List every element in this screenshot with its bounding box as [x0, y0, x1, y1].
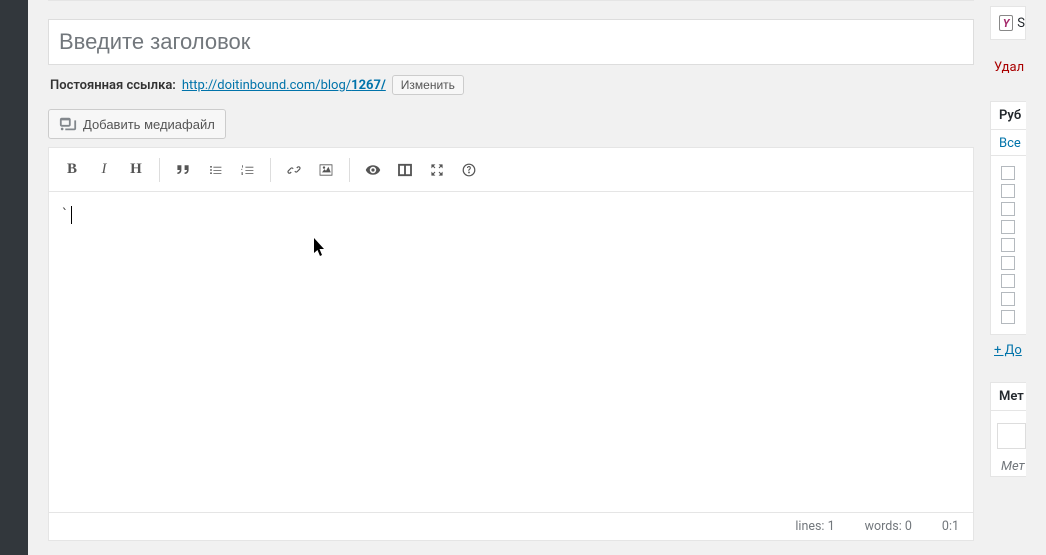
yoast-text: S: [1017, 16, 1025, 31]
category-checkbox[interactable]: [1001, 256, 1015, 270]
yoast-icon: Y: [999, 15, 1013, 31]
help-button[interactable]: [454, 155, 484, 185]
edit-slug-button[interactable]: Изменить: [392, 75, 464, 95]
categories-heading[interactable]: Руб: [990, 101, 1026, 130]
post-title-input[interactable]: [48, 19, 974, 65]
category-checkbox[interactable]: [1001, 310, 1015, 324]
editor-textarea[interactable]: `: [49, 192, 973, 512]
permalink-url-prefix: http://doitinbound.com/blog/: [182, 78, 351, 93]
editor-container: B I H: [48, 147, 974, 541]
quote-icon: [175, 162, 191, 178]
lines-counter: lines: 1: [795, 519, 834, 534]
category-checkbox[interactable]: [1001, 202, 1015, 216]
image-icon: [318, 162, 334, 178]
sidebar-column: Y S Удал Руб Все + До Мет: [990, 0, 1026, 541]
category-checkbox[interactable]: [1001, 292, 1015, 306]
admin-sidebar: [0, 0, 28, 555]
toolbar-separator: [159, 158, 160, 182]
ol-button[interactable]: [232, 155, 262, 185]
media-icon: [59, 115, 77, 133]
ul-button[interactable]: [200, 155, 230, 185]
eye-icon: [365, 162, 381, 178]
category-checkbox[interactable]: [1001, 184, 1015, 198]
italic-button[interactable]: I: [89, 155, 119, 185]
category-checkbox[interactable]: [1001, 166, 1015, 180]
editor-content-text: `: [61, 208, 69, 223]
main-content: Постоянная ссылка: http://doitinbound.co…: [28, 0, 1046, 555]
link-icon: [286, 162, 302, 178]
toolbar-separator: [270, 158, 271, 182]
fullscreen-icon: [429, 162, 445, 178]
categories-list: [990, 156, 1026, 335]
toolbar-separator: [349, 158, 350, 182]
add-media-label: Добавить медиафайл: [83, 117, 215, 132]
side-by-side-button[interactable]: [390, 155, 420, 185]
tags-heading[interactable]: Мет: [990, 382, 1026, 411]
editor-toolbar: B I H: [49, 148, 973, 192]
top-divider: [48, 0, 974, 1]
preview-button[interactable]: [358, 155, 388, 185]
permalink-url-slug: 1267/: [351, 78, 386, 93]
move-to-trash-link[interactable]: Удал: [990, 52, 1026, 83]
fullscreen-button[interactable]: [422, 155, 452, 185]
editor-status-bar: lines: 1 words: 0 0:1: [49, 512, 973, 540]
category-checkbox[interactable]: [1001, 238, 1015, 252]
categories-tab-all[interactable]: Все: [990, 130, 1026, 156]
bold-button[interactable]: B: [57, 155, 87, 185]
image-button[interactable]: [311, 155, 341, 185]
permalink-label: Постоянная ссылка:: [50, 78, 176, 93]
category-checkbox[interactable]: [1001, 274, 1015, 288]
heading-button[interactable]: H: [121, 155, 151, 185]
link-button[interactable]: [279, 155, 309, 185]
yoast-panel[interactable]: Y S: [990, 6, 1026, 40]
permalink-link[interactable]: http://doitinbound.com/blog/1267/: [182, 78, 386, 93]
add-media-button[interactable]: Добавить медиафайл: [48, 109, 226, 139]
permalink-row: Постоянная ссылка: http://doitinbound.co…: [50, 75, 974, 95]
ul-icon: [207, 162, 223, 178]
category-checkbox[interactable]: [1001, 220, 1015, 234]
add-new-category-link[interactable]: + До: [990, 335, 1026, 364]
quote-button[interactable]: [168, 155, 198, 185]
tags-input[interactable]: [997, 423, 1026, 449]
cursor-position: 0:1: [942, 519, 959, 534]
words-counter: words: 0: [865, 519, 912, 534]
ol-icon: [239, 162, 255, 178]
help-icon: [461, 162, 477, 178]
columns-icon: [397, 162, 413, 178]
tags-hint: Мет: [997, 455, 1026, 474]
text-cursor: [71, 206, 72, 224]
